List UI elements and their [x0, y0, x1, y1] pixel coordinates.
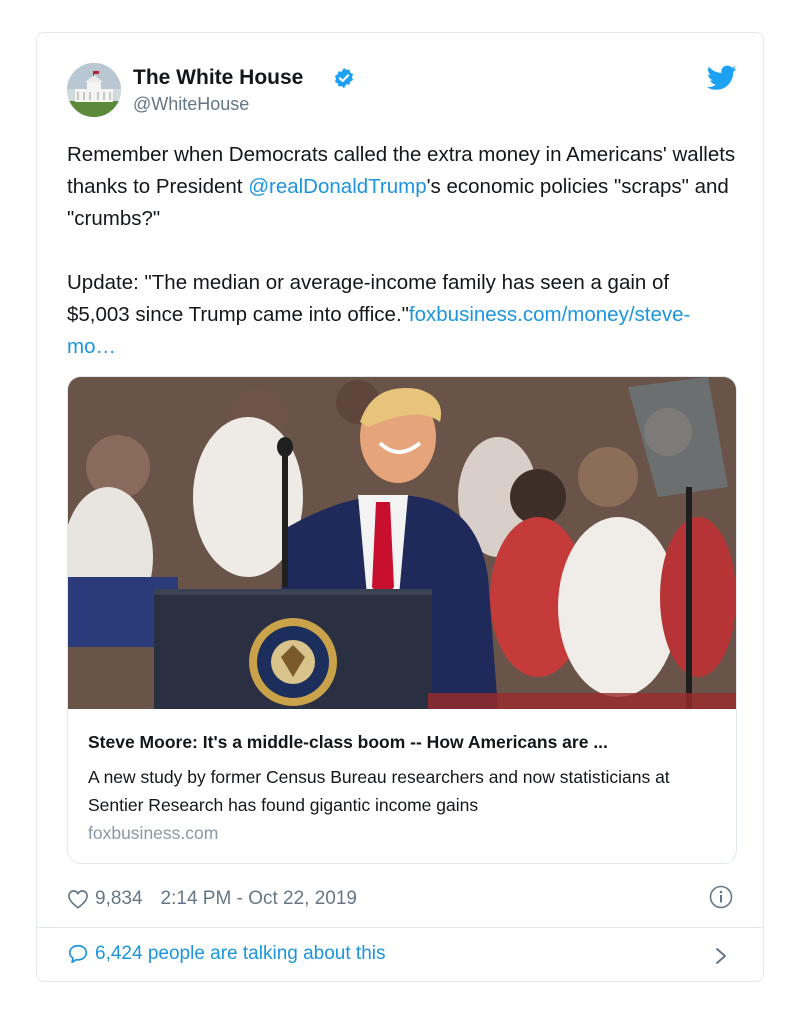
chevron-right-icon[interactable] — [713, 945, 729, 967]
link-card-title[interactable]: Steve Moore: It's a middle-class boom --… — [88, 732, 718, 753]
twitter-bird-icon[interactable] — [707, 65, 737, 91]
white-house-avatar-image — [67, 63, 121, 117]
info-icon[interactable] — [709, 885, 733, 909]
tweet-paragraph-2: Update: "The median or average-income fa… — [67, 267, 737, 363]
conversation-text[interactable]: 6,424 people are talking about this — [95, 943, 386, 965]
tweet-meta: 9,834 2:14 PM - Oct 22, 2019 — [67, 885, 357, 913]
link-card[interactable]: Steve Moore: It's a middle-class boom --… — [67, 376, 737, 864]
avatar[interactable] — [67, 63, 121, 117]
like-count[interactable]: 9,834 — [95, 888, 143, 910]
tweet-paragraph-1: Remember when Democrats called the extra… — [67, 139, 737, 235]
tweet-timestamp[interactable]: 2:14 PM - Oct 22, 2019 — [161, 888, 357, 910]
link-card-description: A new study by former Census Bureau rese… — [88, 767, 670, 815]
divider — [37, 927, 763, 928]
heart-icon[interactable] — [67, 889, 89, 909]
tweet-text: Remember when Democrats called the extra… — [67, 139, 737, 363]
conversation-link[interactable]: 6,424 people are talking about this — [67, 943, 386, 965]
mention-link[interactable]: @realDonaldTrump — [248, 175, 426, 198]
verified-badge-icon — [334, 67, 354, 89]
author-name[interactable]: The White House — [133, 66, 303, 90]
link-card-domain: foxbusiness.com — [88, 823, 219, 843]
author-handle[interactable]: @WhiteHouse — [133, 94, 249, 115]
speech-bubble-icon — [68, 944, 88, 964]
article-photo — [68, 377, 736, 709]
tweet-card: The White House @WhiteHouse Remember whe… — [36, 32, 764, 982]
